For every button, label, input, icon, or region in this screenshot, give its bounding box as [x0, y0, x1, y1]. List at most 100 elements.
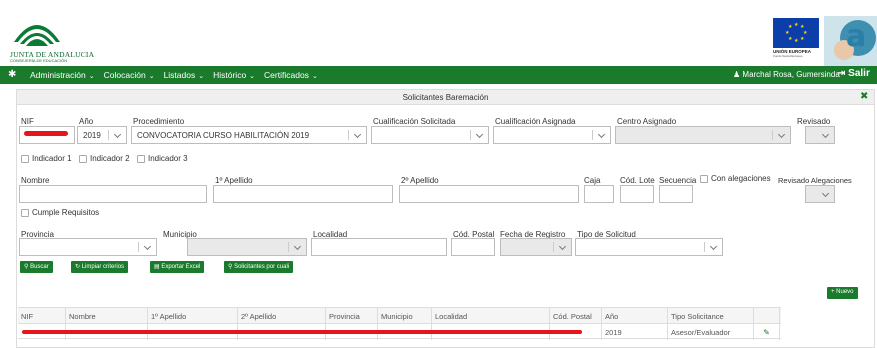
buscar-button[interactable]: ⚲ Buscar	[20, 261, 53, 273]
con-alegaciones-checkbox[interactable]: Con alegaciones	[700, 174, 771, 183]
refresh-icon: ↻	[75, 264, 81, 270]
panel-header: Solicitantes Baremación ✖	[17, 90, 874, 105]
junta-logo[interactable]: JUNTA DE ANDALUCIA CONSEJERÍA DE EDUCACI…	[8, 14, 118, 64]
chevron-down-icon: ⌄	[198, 73, 205, 80]
chevron-down-icon: ⌄	[148, 73, 155, 80]
limpiar-criterios-button[interactable]: ↻ Limpiar criterios	[71, 261, 129, 273]
cualificacion-asignada-select[interactable]	[493, 126, 611, 144]
eu-sublabel: Fondo Social Europeo	[773, 54, 803, 58]
col-actions	[754, 308, 780, 324]
cell-tipo-solicitance: Asesor/Evaluador	[668, 324, 754, 340]
cod-postal-input[interactable]	[451, 238, 495, 256]
solicitantes-por-cuali-button[interactable]: ⚲ Solicitantes por cuali	[224, 261, 294, 273]
revisado-select[interactable]	[805, 126, 835, 144]
table-row[interactable]: 2019 Asesor/Evaluador ✎	[18, 323, 781, 340]
svg-text:★: ★	[788, 36, 793, 42]
nav-item-listados[interactable]: Listados ⌄	[164, 70, 205, 80]
app-header: JUNTA DE ANDALUCIA CONSEJERÍA DE EDUCACI…	[0, 0, 877, 66]
svg-text:★: ★	[788, 24, 793, 30]
sign-out-icon: ⇥	[837, 68, 846, 79]
panel-title: Solicitantes Baremación	[402, 93, 489, 102]
home-icon[interactable]: ✱	[8, 69, 16, 80]
exportar-excel-button[interactable]: ▤ Exportar Excel	[150, 261, 205, 273]
col-nombre[interactable]: Nombre	[66, 308, 148, 324]
secuencia-input[interactable]	[659, 185, 693, 203]
col-nif[interactable]: NIF	[18, 308, 66, 324]
svg-text:★: ★	[800, 36, 805, 42]
user-icon: ♟	[733, 70, 741, 79]
svg-text:★: ★	[794, 22, 799, 28]
nav-item-certificados[interactable]: Certificados ⌄	[264, 70, 318, 80]
table-header-row: NIF Nombre 1º Apellido 2º Apellido Provi…	[18, 307, 781, 324]
cell-actions: ✎	[754, 324, 780, 340]
localidad-input[interactable]	[311, 238, 447, 256]
fecha-registro-select[interactable]	[500, 238, 572, 256]
search-panel: Solicitantes Baremación ✖ NIF Año 2019 P…	[16, 89, 875, 348]
nav-item-historico[interactable]: Histórico ⌄	[213, 70, 255, 80]
cumple-requisitos-checkbox[interactable]: Cumple Requisitos	[21, 208, 99, 217]
anio-select[interactable]: 2019	[77, 126, 127, 144]
anio-label: Año	[79, 117, 94, 126]
col-localidad[interactable]: Localidad	[432, 308, 550, 324]
col-cod-postal[interactable]: Cód. Postal	[550, 308, 602, 324]
chevron-down-icon: ⌄	[88, 73, 95, 80]
cod-lote-label: Cód. Lote	[620, 176, 655, 185]
secuencia-label: Secuencia	[659, 176, 697, 185]
indicador1-checkbox[interactable]: Indicador 1	[21, 154, 72, 163]
col-anio[interactable]: Año	[602, 308, 668, 324]
exit-button[interactable]: ⇥ Salir	[837, 68, 870, 79]
cualificacion-solicitada-select[interactable]	[371, 126, 489, 144]
search-icon: ⚲	[24, 264, 29, 270]
apellido2-input[interactable]	[399, 185, 579, 203]
revisado-alegaciones-select[interactable]	[805, 185, 835, 203]
tipo-solicitud-select[interactable]	[575, 238, 723, 256]
nombre-label: Nombre	[21, 176, 50, 185]
procedimiento-label: Procedimiento	[133, 117, 185, 126]
nav-item-administracion[interactable]: Administración ⌄	[30, 70, 95, 80]
centro-asignado-label: Centro Asignado	[617, 117, 677, 126]
nif-label: NIF	[21, 117, 34, 126]
caja-input[interactable]	[584, 185, 614, 203]
revisado-alegaciones-label: Revisado Alegaciones	[778, 176, 852, 185]
cualificacion-asignada-label: Cualificación Asignada	[495, 117, 576, 126]
nav-menu: Administración ⌄ Colocación ⌄ Listados ⌄ Hi…	[30, 66, 327, 84]
nuevo-button[interactable]: + Nuevo	[827, 287, 858, 299]
municipio-select[interactable]	[187, 238, 307, 256]
indicador3-checkbox[interactable]: Indicador 3	[137, 154, 188, 163]
svg-text:★: ★	[785, 30, 790, 36]
nav-item-colocacion[interactable]: Colocación ⌄	[104, 70, 155, 80]
apellido1-label: 1º Apellido	[215, 176, 253, 185]
col-apellido1[interactable]: 1º Apellido	[148, 308, 238, 324]
col-municipio[interactable]: Municipio	[378, 308, 432, 324]
cod-lote-input[interactable]	[620, 185, 654, 203]
redaction-mark	[22, 330, 582, 334]
indicador2-checkbox[interactable]: Indicador 2	[79, 154, 130, 163]
redaction-mark	[24, 131, 68, 136]
cell-anio: 2019	[602, 324, 668, 340]
revisado-label: Revisado	[797, 117, 831, 126]
eu-logo: ★ ★ ★ ★ ★ ★ ★ ★ UNIÓN EUROPEA Fondo Social Eu…	[773, 18, 819, 58]
apellido2-label: 2º Apellido	[401, 176, 439, 185]
nif-input[interactable]	[19, 126, 75, 144]
excel-icon: ▤	[154, 264, 160, 270]
main-navbar: ✱ Administración ⌄ Colocación ⌄ Listados ⌄ …	[0, 66, 877, 84]
svg-text:★: ★	[794, 38, 799, 44]
pencil-icon[interactable]: ✎	[763, 328, 770, 337]
procedimiento-select[interactable]: CONVOCATORIA CURSO HABILITACIÓN 2019	[131, 126, 367, 144]
apellido1-input[interactable]	[213, 185, 393, 203]
chevron-down-icon: ⌄	[249, 73, 256, 80]
provincia-select[interactable]	[19, 238, 157, 256]
eu-flag-icon: ★ ★ ★ ★ ★ ★ ★ ★	[773, 18, 819, 48]
col-tipo-solicitance[interactable]: Tipo Solicitance	[668, 308, 754, 324]
brand-logo: a	[824, 16, 877, 66]
caja-label: Caja	[584, 176, 601, 185]
col-apellido2[interactable]: 2º Apellido	[238, 308, 326, 324]
search-icon: ⚲	[228, 264, 233, 270]
user-menu[interactable]: ♟ Marchal Rosa, Gumersinda	[733, 70, 840, 79]
svg-text:a: a	[846, 19, 866, 54]
centro-asignado-select[interactable]	[615, 126, 791, 144]
nombre-input[interactable]	[19, 185, 207, 203]
close-icon[interactable]: ✖	[860, 91, 868, 102]
col-provincia[interactable]: Provincia	[326, 308, 378, 324]
chevron-down-icon: ⌄	[311, 73, 318, 80]
